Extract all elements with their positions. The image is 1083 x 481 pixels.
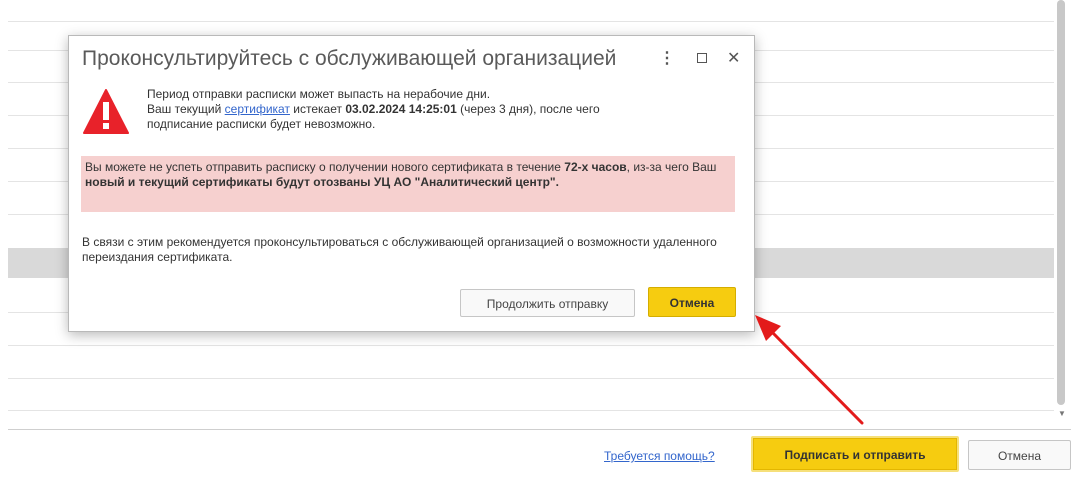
expiry-date: 03.02.2024 14:25:01 — [345, 102, 457, 116]
recommendation-text: В связи с этим рекомендуется проконсульт… — [82, 235, 717, 264]
table-row-divider — [8, 21, 1054, 22]
sign-and-send-button[interactable]: Подписать и отправить — [751, 436, 959, 472]
dialog-cancel-button[interactable]: Отмена — [648, 287, 736, 317]
help-link[interactable]: Требуется помощь? — [604, 449, 715, 463]
maximize-icon[interactable] — [697, 49, 707, 69]
table-row-divider — [8, 345, 1054, 346]
table-row-divider — [8, 410, 1054, 411]
expiry-text-prefix: Ваш текущий — [147, 102, 225, 116]
alert-bold-revocation: новый и текущий сертификаты будут отозва… — [85, 175, 559, 189]
alert-bold-hours: 72-х часов — [564, 160, 627, 174]
expiry-text-suffix: (через 3 дня), после чего — [456, 102, 600, 116]
alert-text-part: , из-за чего Ваш — [626, 160, 717, 174]
scrollbar-thumb[interactable] — [1057, 0, 1065, 405]
table-bottom-border — [8, 429, 1071, 430]
nonworking-days-text: Период отправки расписки может выпасть н… — [147, 87, 491, 101]
warning-icon — [83, 89, 129, 134]
vertical-scrollbar[interactable]: ▼ — [1054, 0, 1071, 426]
alert-text-part: Вы можете не успеть отправить расписку о… — [85, 160, 565, 174]
scroll-down-icon[interactable]: ▼ — [1058, 410, 1066, 418]
certificate-expiry-text: Ваш текущий сертификат истекает 03.02.20… — [147, 102, 727, 117]
dialog-title: Проконсультируйтесь с обслуживающей орга… — [82, 47, 617, 70]
expiry-text-mid: истекает — [289, 102, 346, 116]
signing-impossible-text: подписание расписки будет невозможно. — [147, 117, 376, 131]
consultation-dialog: Проконсультируйтесь с обслуживающей орга… — [68, 35, 755, 332]
certificate-link[interactable]: сертификат — [225, 102, 290, 116]
continue-sending-button[interactable]: Продолжить отправку — [460, 289, 635, 317]
close-icon[interactable]: ✕ — [727, 49, 740, 69]
table-row-divider — [8, 378, 1054, 379]
dialog-window-controls: ⋮ ✕ — [659, 49, 743, 69]
cancel-button[interactable]: Отмена — [968, 440, 1071, 470]
more-actions-icon[interactable]: ⋮ — [659, 49, 675, 69]
revocation-alert: Вы можете не успеть отправить расписку о… — [81, 156, 735, 212]
expiry-message: Период отправки расписки может выпасть н… — [147, 87, 727, 132]
